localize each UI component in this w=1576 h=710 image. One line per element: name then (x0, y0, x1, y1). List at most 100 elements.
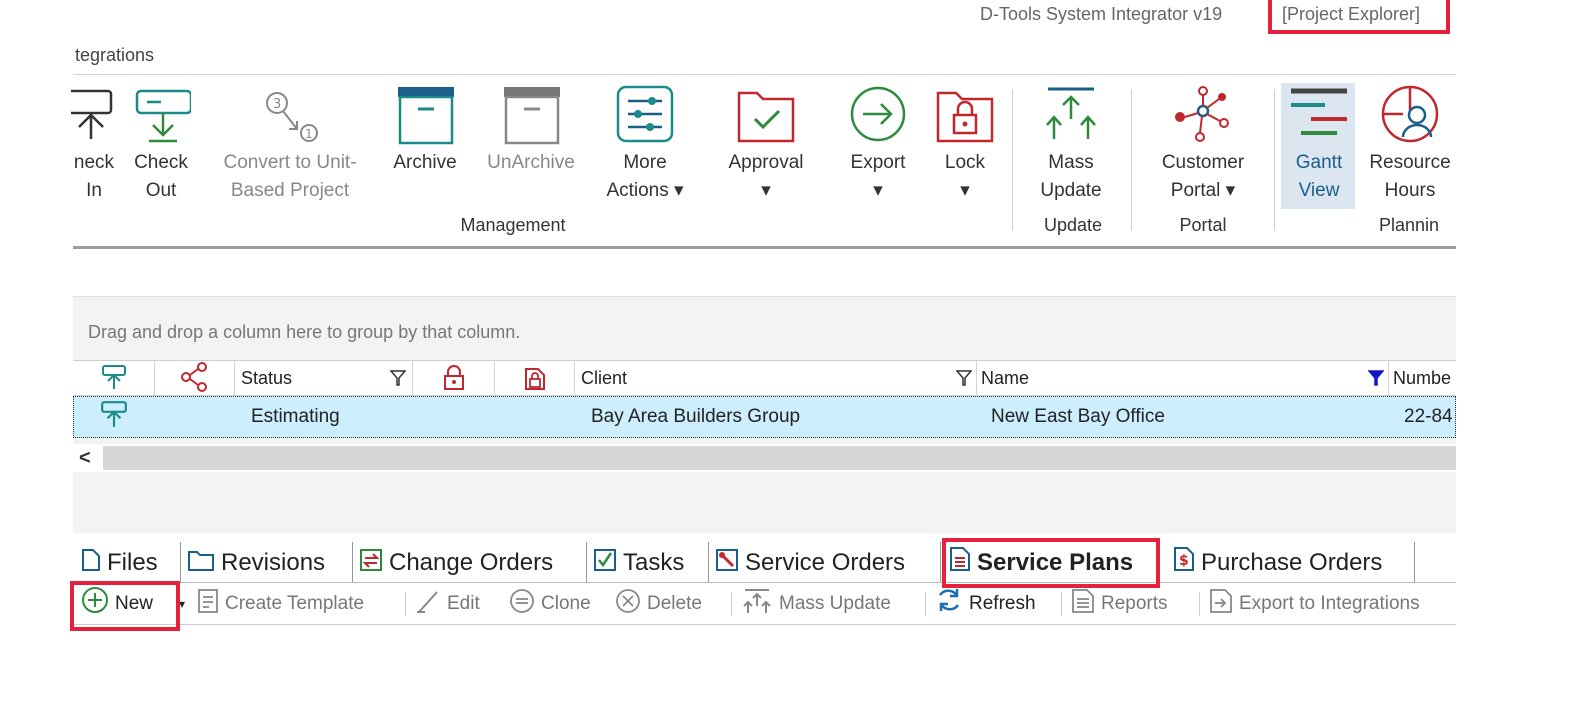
scrollbar-thumb[interactable] (103, 446, 1456, 470)
sliders-icon (616, 85, 674, 143)
approval-button[interactable]: Approval ▾ (719, 83, 813, 205)
purchase-order-icon: $ (1174, 547, 1194, 571)
column-checkin-status[interactable] (73, 361, 155, 395)
mass-update-toolbar-button[interactable]: Mass Update (741, 584, 891, 624)
customer-portal-button[interactable]: Customer Portal ▾ (1153, 83, 1253, 205)
svg-text:$: $ (1179, 553, 1189, 569)
unarchive-icon (504, 87, 560, 145)
template-icon (198, 589, 218, 613)
menu-tab-integrations[interactable]: tegrations (75, 45, 154, 66)
unarchive-button[interactable]: UnArchive (477, 83, 585, 177)
check-in-icon (101, 365, 126, 389)
column-shared[interactable] (155, 361, 235, 395)
export-button[interactable]: Export ▾ (843, 83, 913, 205)
pencil-icon (417, 591, 438, 613)
group-label-planning: Plannin (1379, 215, 1440, 235)
svg-text:3: 3 (273, 97, 281, 112)
mass-update-icon (743, 589, 771, 613)
table-row[interactable]: Estimating Bay Area Builders Group New E… (73, 396, 1456, 438)
detail-tabs: Files Revisions Change Orders Tasks Serv… (73, 542, 1456, 583)
cell-number: 22-84 (1404, 406, 1453, 427)
group-by-drop-zone[interactable]: Drag and drop a column here to group by … (88, 322, 520, 343)
highlight-box-service-plans (942, 538, 1160, 588)
file-icon (82, 549, 100, 571)
lock-icon (443, 365, 464, 390)
gantt-chart-icon (1291, 88, 1347, 135)
resource-user-clock-icon (1381, 85, 1439, 143)
filter-icon[interactable] (956, 370, 972, 386)
mass-update-icon (1046, 87, 1096, 139)
highlight-box-mode (1268, 0, 1450, 34)
service-plans-toolbar: New ▾ Create Template Edit Clone Delete (73, 584, 1456, 625)
mass-update-button[interactable]: Mass Update (1033, 83, 1109, 205)
network-nodes-icon (1175, 86, 1229, 142)
column-number[interactable]: Numbe (1389, 361, 1456, 395)
create-template-button[interactable]: Create Template (197, 584, 364, 624)
column-status[interactable]: Status (235, 361, 413, 395)
svg-text:1: 1 (305, 127, 313, 141)
filter-active-icon[interactable] (1368, 370, 1384, 386)
convert-icon: 3 1 (266, 92, 318, 142)
report-document-icon (1072, 589, 1094, 613)
column-name[interactable]: Name (977, 361, 1389, 395)
refresh-icon (938, 589, 960, 611)
lock-button[interactable]: Lock ▾ (933, 83, 997, 205)
app-title: D-Tools System Integrator v19 (980, 4, 1223, 24)
check-in-icon (101, 401, 127, 427)
wrench-icon (716, 549, 738, 571)
cell-name: New East Bay Office (991, 406, 1165, 427)
folder-icon (188, 551, 214, 571)
column-locked[interactable] (413, 361, 495, 395)
lock-folder-icon (936, 91, 994, 143)
export-document-icon (1210, 589, 1232, 613)
delete-x-icon (616, 589, 640, 613)
ribbon-bottom-border (73, 246, 1456, 249)
ribbon: neck In Check Out 3 1 Convert to Unit- B… (71, 74, 1456, 247)
share-icon (180, 362, 207, 392)
reports-button[interactable]: Reports (1071, 584, 1168, 624)
clone-button[interactable]: Clone (509, 584, 591, 624)
highlight-box-new (70, 581, 180, 631)
change-order-icon (360, 549, 382, 571)
lock-document-icon (524, 368, 545, 390)
check-out-button[interactable]: Check Out (129, 83, 193, 205)
column-lock-document[interactable] (495, 361, 575, 395)
cell-client: Bay Area Builders Group (591, 406, 801, 427)
column-client[interactable]: Client (575, 361, 977, 395)
check-in-button[interactable]: neck In (69, 83, 119, 205)
group-label-portal: Portal (1179, 215, 1227, 235)
group-label-management: Management (460, 215, 566, 235)
grid-column-headers: Status Client Name Numbe (73, 360, 1456, 396)
cell-status: Estimating (251, 406, 340, 427)
convert-to-unit-button[interactable]: 3 1 Convert to Unit- Based Project (211, 83, 369, 205)
tab-files[interactable]: Files (77, 542, 181, 582)
delete-button[interactable]: Delete (615, 584, 702, 624)
tab-service-orders[interactable]: Service Orders (711, 542, 941, 582)
tab-change-orders[interactable]: Change Orders (355, 542, 587, 582)
edit-button[interactable]: Edit (415, 584, 480, 624)
ribbon-separator (1012, 89, 1013, 231)
more-actions-button[interactable]: More Actions ▾ (595, 83, 695, 205)
archive-icon (398, 87, 454, 145)
tab-purchase-orders[interactable]: $ Purchase Orders (1169, 542, 1415, 582)
export-arrow-icon (850, 86, 906, 142)
resource-hours-button[interactable]: Resource Hours (1365, 83, 1455, 205)
tab-tasks[interactable]: Tasks (589, 542, 709, 582)
clone-icon (510, 589, 534, 613)
tab-revisions[interactable]: Revisions (183, 542, 353, 582)
gantt-view-button[interactable]: Gantt View (1281, 83, 1355, 209)
export-to-integrations-button[interactable]: Export to Integrations (1209, 584, 1420, 624)
refresh-button[interactable]: Refresh (935, 584, 1036, 624)
checkbox-task-icon (594, 549, 616, 571)
check-in-icon (71, 89, 113, 139)
scroll-left-arrow[interactable]: < (79, 444, 91, 472)
horizontal-scrollbar[interactable]: < (73, 444, 1456, 472)
ribbon-separator (1274, 89, 1275, 231)
ribbon-separator (1131, 89, 1132, 231)
filter-icon[interactable] (390, 370, 406, 386)
archive-button[interactable]: Archive (387, 83, 463, 177)
approval-folder-icon (737, 91, 795, 143)
check-out-icon (135, 89, 191, 143)
group-label-update: Update (1043, 215, 1103, 235)
row-checkin-icon (100, 397, 128, 437)
